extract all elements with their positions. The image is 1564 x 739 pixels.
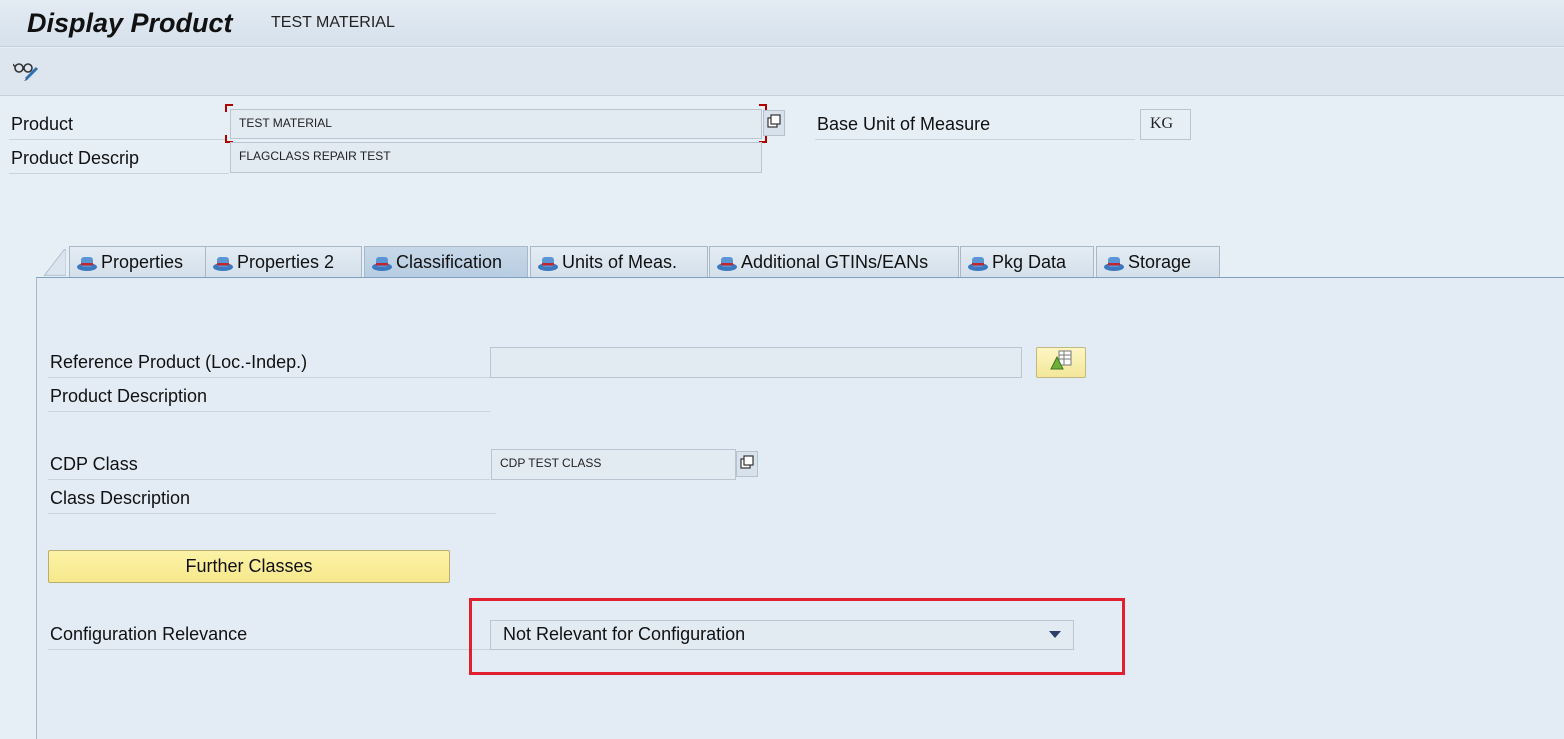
tab-label: Units of Meas. [562,252,678,272]
tab-properties-2[interactable]: Properties 2 [205,246,362,278]
highlight-box [469,598,1125,675]
tab-label: Classification [396,252,503,272]
glasses-pencil-icon [12,59,39,86]
value-help-icon [767,113,781,133]
further-classes-button[interactable]: Further Classes [48,550,450,583]
page-title: Display Product [27,8,233,38]
toolbar [0,48,1564,96]
hat-icon [371,254,393,272]
hat-icon [212,254,234,272]
title-bar: Display Product TEST MATERIAL [0,0,1564,47]
tab-storage[interactable]: Storage [1096,246,1220,278]
product-field[interactable]: TEST MATERIAL [230,109,762,139]
hat-icon [967,254,989,272]
hat-icon [76,254,98,272]
hierarchy-icon [1048,349,1074,376]
tab-label: Additional GTINs/EANs [741,252,929,272]
ref-product-field[interactable] [490,347,1022,378]
tab-label: Pkg Data [992,252,1067,272]
tab-label: Properties 2 [237,252,335,272]
base-uom-label: Base Unit of Measure [815,114,1135,140]
tab-classification[interactable]: Classification [364,246,528,278]
tab-strip: Properties Properties 2 Classification U… [36,246,1564,278]
cdp-class-value-help-button[interactable] [736,451,758,477]
cdp-class-label: CDP Class [48,454,490,480]
product-value-help-button[interactable] [763,110,785,136]
page-subtitle: TEST MATERIAL [271,14,395,31]
base-uom-field[interactable]: KG [1140,109,1191,140]
value-help-icon [740,454,754,474]
hat-icon [1103,254,1125,272]
tab-units-of-meas[interactable]: Units of Meas. [530,246,708,278]
ref-product-label: Reference Product (Loc.-Indep.) [48,352,490,378]
ref-product-button[interactable] [1036,347,1086,378]
product-desc-field[interactable]: FLAGCLASS REPAIR TEST [230,142,762,173]
display-change-button[interactable] [12,59,40,85]
config-relevance-label: Configuration Relevance [48,624,490,650]
tab-pkg-data[interactable]: Pkg Data [960,246,1094,278]
tab-label: Storage [1128,252,1192,272]
hat-icon [716,254,738,272]
hat-icon [537,254,559,272]
product-label: Product [9,114,225,140]
product-desc-label: Product Descrip [9,148,229,174]
focus-corner-tl [225,104,233,112]
cdp-class-field[interactable]: CDP TEST CLASS [491,449,736,480]
class-description-label: Class Description [48,488,496,514]
tab-label: Properties [101,252,184,272]
tab-additional-gtins[interactable]: Additional GTINs/EANs [709,246,959,278]
tab-slant [43,249,66,276]
product-description-label: Product Description [48,386,490,412]
